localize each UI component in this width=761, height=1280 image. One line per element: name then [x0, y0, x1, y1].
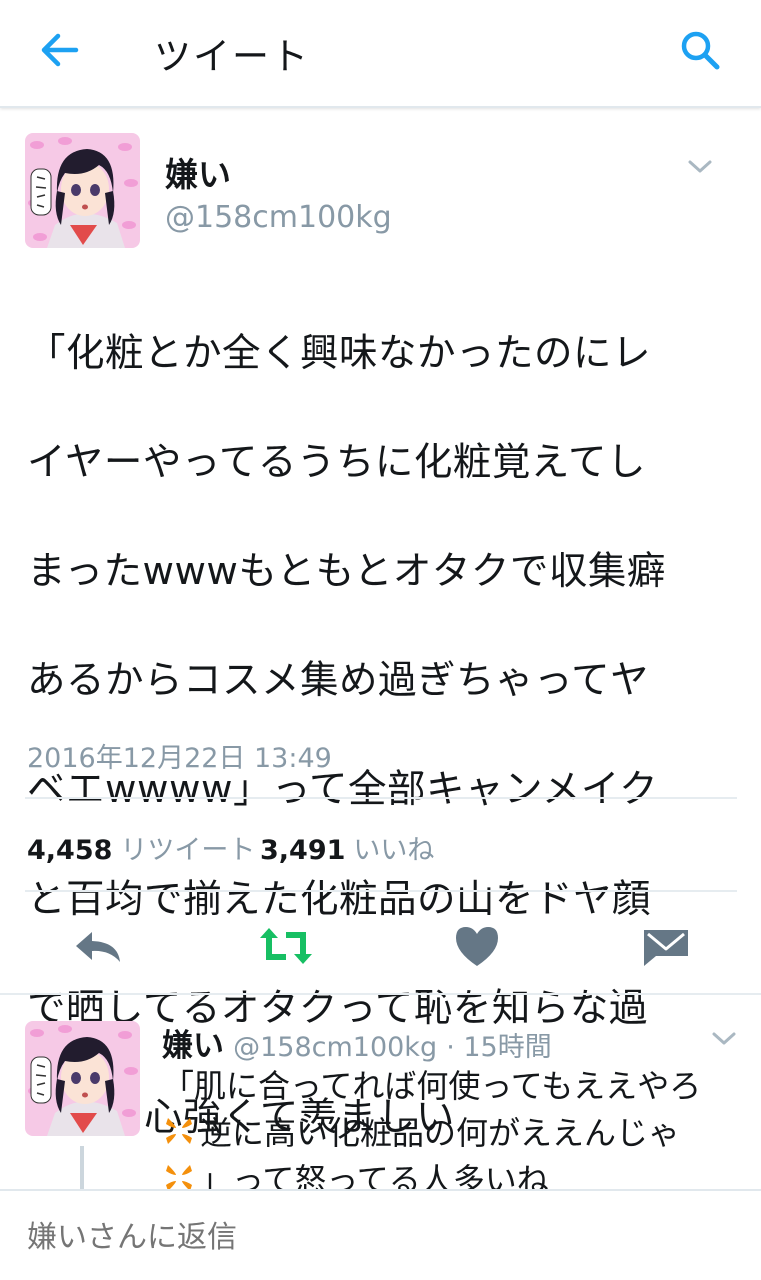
reply-author-handle[interactable]: @158cm100kg: [233, 1032, 437, 1063]
tweet-text-line: まったwwwもともとオタクで収集癖: [27, 548, 666, 594]
reply-input[interactable]: [27, 1220, 727, 1255]
reply-icon: [76, 932, 120, 962]
like-count-link[interactable]: 3,491 いいね: [260, 828, 434, 867]
retweet-button[interactable]: [256, 922, 312, 970]
retweet-icon: [260, 928, 312, 964]
retweet-count-link[interactable]: 4,458 リツイート: [27, 828, 255, 867]
tweet-text-line: イヤーやってるうちに化粧覚えてし: [27, 439, 646, 485]
top-app-bar: ツイート: [0, 0, 761, 108]
like-button[interactable]: [452, 922, 508, 970]
search-button[interactable]: [676, 26, 724, 74]
reply-button[interactable]: [70, 922, 126, 970]
envelope-icon: [644, 930, 688, 966]
direct-message-button[interactable]: [640, 922, 696, 970]
reply-tweet-text: 「肌に合ってれば何使ってもええやろ 逆に高い化粧品の何がええんじゃ 」って怒って…: [162, 1063, 752, 1204]
tweet-timestamp: 2016年12月22日 13:49: [27, 743, 332, 774]
back-button[interactable]: [36, 28, 84, 72]
tweet-text-line: 「化粧とか全く興味なかったのにレ: [27, 330, 652, 376]
like-count-label: いいね: [353, 835, 435, 866]
reply-text-segment: 逆に高い化粧品の何がええんじゃ: [200, 1114, 681, 1152]
author-handle[interactable]: @158cm100kg: [165, 200, 392, 235]
reply-author-avatar[interactable]: [25, 1021, 140, 1136]
retweet-count: 4,458: [27, 835, 113, 866]
avatar-illustration: [25, 133, 140, 248]
arrow-left-icon: [41, 33, 79, 67]
tweet-menu-button[interactable]: [686, 157, 714, 177]
reply-text-line: 「肌に合ってれば何使ってもええやろ: [162, 1067, 702, 1105]
tweet-text-line: と百均で揃えた化粧品の山をドヤ顔: [27, 876, 652, 922]
section-divider: [0, 993, 761, 995]
reply-menu-button[interactable]: [710, 1029, 738, 1049]
like-count: 3,491: [260, 835, 346, 866]
divider: [25, 890, 737, 892]
reply-text-line-2: 逆に高い化粧品の何がええんじゃ: [162, 1110, 752, 1157]
chevron-down-icon: [688, 160, 712, 173]
tweet-text-line: あるからコスメ集め過ぎちゃってヤ: [27, 658, 650, 704]
chevron-down-icon: [712, 1032, 736, 1045]
divider: [25, 797, 737, 799]
page-title: ツイート: [154, 35, 310, 78]
reply-author-name[interactable]: 嫌い: [162, 1028, 224, 1064]
search-icon: [681, 31, 720, 70]
heart-icon: [456, 927, 498, 966]
retweet-count-label: リツイート: [120, 835, 256, 866]
avatar-illustration: [25, 1021, 140, 1136]
reply-header: 嫌い @158cm100kg · 15時間: [162, 1020, 552, 1065]
reply-time: · 15時間: [446, 1032, 552, 1063]
author-avatar[interactable]: [25, 133, 140, 248]
author-name[interactable]: 嫌い: [165, 148, 231, 196]
anger-symbol-icon: [166, 1118, 192, 1144]
